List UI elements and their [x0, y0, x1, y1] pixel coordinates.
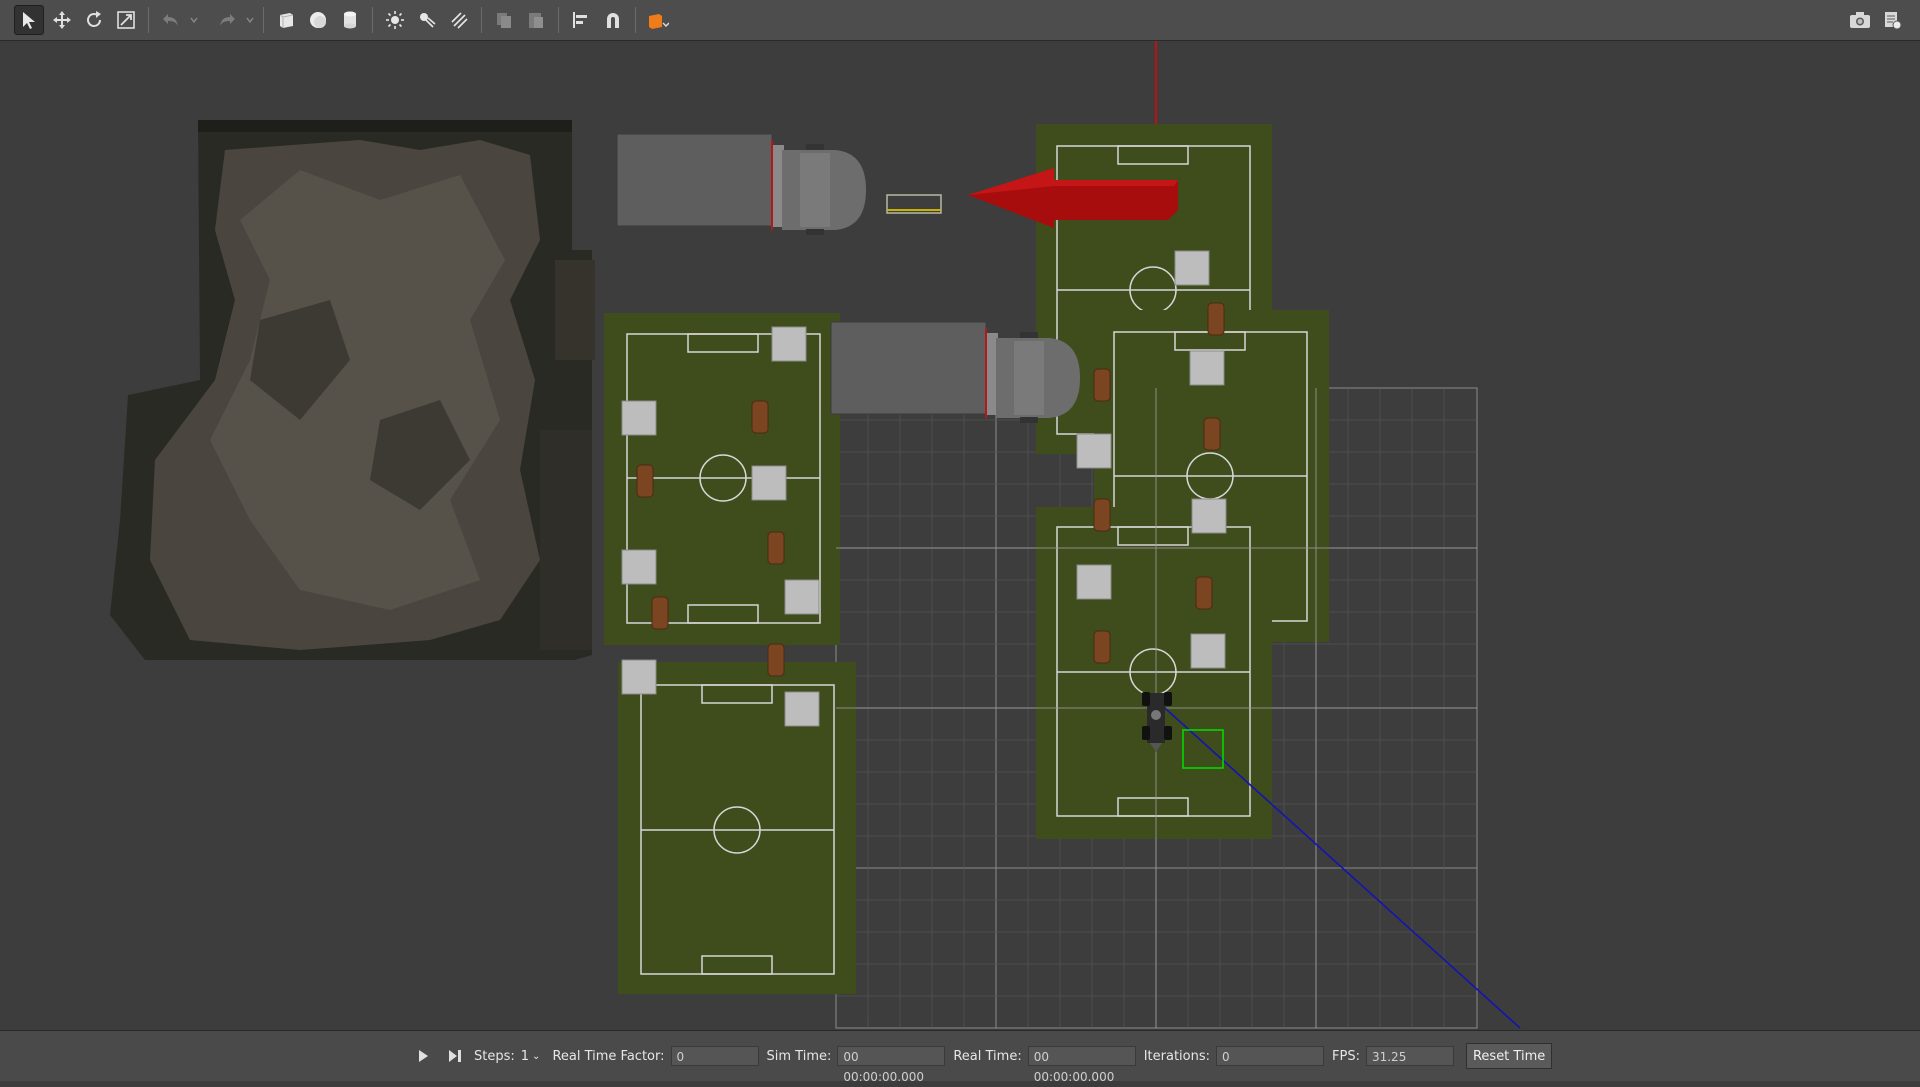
- copy-icon[interactable]: [490, 6, 518, 34]
- toolbar-divider: [558, 7, 559, 33]
- toolbar-divider: [481, 7, 482, 33]
- toolbar-divider: [372, 7, 373, 33]
- toolbar-divider: [148, 7, 149, 33]
- toolbar-divider: [263, 7, 264, 33]
- cylinder-shape-icon[interactable]: [336, 6, 364, 34]
- box-shape-icon[interactable]: [272, 6, 300, 34]
- redo-history-dropdown-icon[interactable]: [243, 6, 257, 34]
- iterations-field[interactable]: 0: [1216, 1046, 1325, 1066]
- redo-icon[interactable]: [213, 6, 241, 34]
- scale-mode-icon[interactable]: [112, 6, 140, 34]
- time-panel: Steps: 1 ⌄ Real Time Factor: 0 Sim Time:…: [0, 1030, 1920, 1084]
- reset-time-button[interactable]: Reset Time: [1465, 1043, 1553, 1069]
- rtf-field[interactable]: 0: [670, 1046, 759, 1066]
- undo-history-dropdown-icon[interactable]: [187, 6, 201, 34]
- sim-time-field[interactable]: 00 00:00:00.000: [837, 1046, 946, 1084]
- select-mode-icon[interactable]: [14, 5, 44, 35]
- soccer-field-left-bottom[interactable]: [618, 662, 856, 994]
- screenshot-icon[interactable]: [1846, 6, 1874, 34]
- rtf-label: Real Time Factor:: [552, 1048, 665, 1064]
- real-time-field[interactable]: 00 00:00:00.000: [1027, 1046, 1136, 1084]
- spot-light-icon[interactable]: [413, 6, 441, 34]
- house-model[interactable]: [110, 120, 595, 660]
- paste-icon[interactable]: [522, 6, 550, 34]
- view-angle-icon[interactable]: [644, 6, 672, 34]
- play-icon[interactable]: [412, 1045, 434, 1067]
- steps-label: Steps:: [474, 1048, 515, 1064]
- directional-light-icon[interactable]: [445, 6, 473, 34]
- fps-label: FPS:: [1332, 1048, 1360, 1064]
- log-icon[interactable]: [1878, 6, 1906, 34]
- y-axis-line: [1155, 699, 1521, 1029]
- align-icon[interactable]: [567, 6, 595, 34]
- fps-field[interactable]: 31.25: [1365, 1046, 1454, 1066]
- iterations-label: Iterations:: [1143, 1048, 1211, 1064]
- scene-viewport[interactable]: [0, 41, 1920, 1029]
- sphere-shape-icon[interactable]: [304, 6, 332, 34]
- point-light-icon[interactable]: [381, 6, 409, 34]
- translate-mode-icon[interactable]: [48, 6, 76, 34]
- bench-model[interactable]: [886, 194, 942, 214]
- toolbar-divider: [635, 7, 636, 33]
- snap-icon[interactable]: [599, 6, 627, 34]
- truck-top[interactable]: [616, 133, 866, 235]
- gazebo-window: Steps: 1 ⌄ Real Time Factor: 0 Sim Time:…: [0, 0, 1920, 1084]
- real-time-label: Real Time:: [953, 1048, 1022, 1064]
- steps-dropdown-icon[interactable]: ⌄: [532, 1051, 540, 1062]
- rotate-mode-icon[interactable]: [80, 6, 108, 34]
- step-icon[interactable]: [444, 1045, 466, 1067]
- main-toolbar: [0, 0, 1920, 41]
- sim-time-label: Sim Time:: [766, 1048, 832, 1064]
- undo-icon[interactable]: [157, 6, 185, 34]
- soccer-field-bottom-right[interactable]: [1036, 507, 1272, 839]
- steps-value[interactable]: 1: [521, 1049, 529, 1064]
